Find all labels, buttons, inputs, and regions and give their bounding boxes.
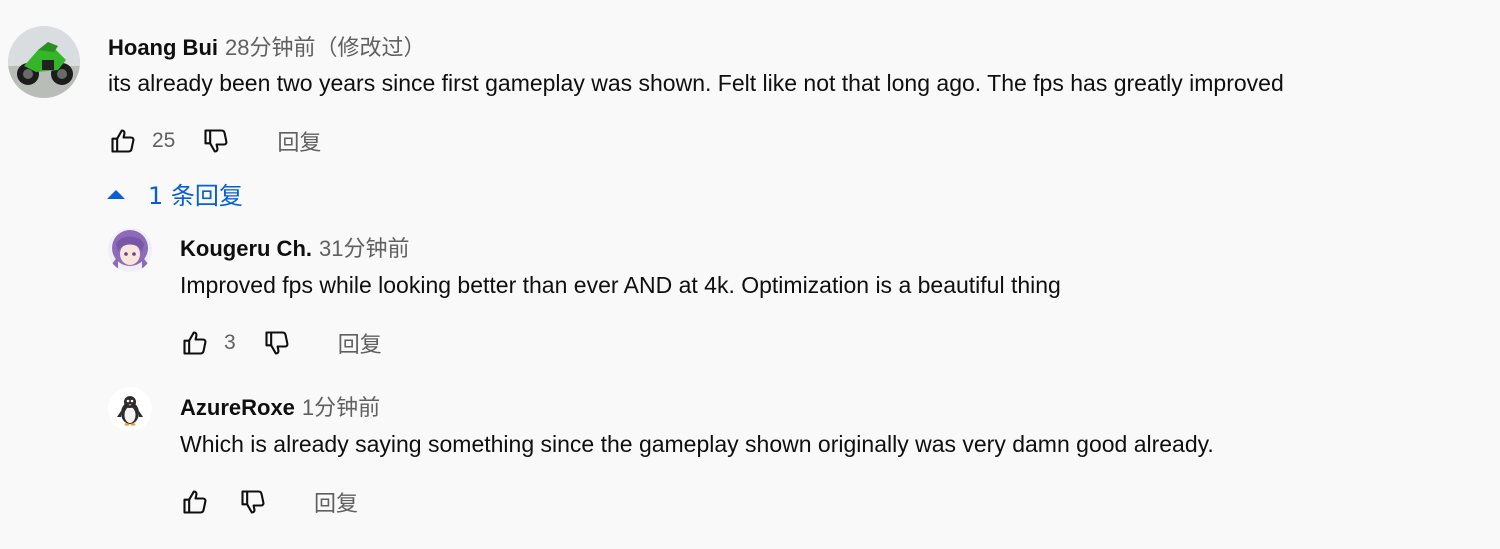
reply-button[interactable]: 回复 <box>338 327 382 359</box>
thumbs-down-icon <box>204 129 228 153</box>
dislike-button[interactable] <box>238 488 268 516</box>
like-count: 25 <box>152 129 176 152</box>
like-button[interactable] <box>108 127 138 155</box>
edited-label: （修改过） <box>315 35 426 60</box>
timestamp[interactable]: 31分钟前 <box>319 231 409 263</box>
dislike-button[interactable] <box>201 127 231 155</box>
comment-header: Hoang Bui 28分钟前 （修改过） <box>108 30 426 62</box>
comment-text: its already been two years since first g… <box>108 70 1284 96</box>
reply-text: Which is already saying something since … <box>180 431 1214 457</box>
author-name[interactable]: AzureRoxe <box>180 395 295 421</box>
motorcycle-avatar-icon <box>8 26 80 98</box>
reply-actions: 回复 <box>180 486 358 518</box>
timestamp[interactable]: 1分钟前 <box>302 390 380 422</box>
reply-button[interactable]: 回复 <box>277 125 321 157</box>
replies-toggle[interactable]: 1 条回复 <box>106 176 243 211</box>
penguin-avatar-icon <box>108 387 152 431</box>
thumbs-up-icon <box>183 490 207 514</box>
reply-button[interactable]: 回复 <box>314 486 358 518</box>
dislike-button[interactable] <box>262 329 292 357</box>
like-count: 3 <box>224 331 236 354</box>
reply-text: Improved fps while looking better than e… <box>180 272 1061 298</box>
thumbs-down-icon <box>265 331 289 355</box>
reply-actions: 3 回复 <box>180 327 382 359</box>
author-name[interactable]: Kougeru Ch. <box>180 236 312 262</box>
comments-section: Hoang Bui 28分钟前 （修改过） its already been t… <box>0 0 1500 549</box>
thumbs-down-icon <box>241 490 265 514</box>
thumbs-up-icon <box>111 129 135 153</box>
thumbs-up-icon <box>183 331 207 355</box>
like-button[interactable] <box>180 329 210 357</box>
replies-count-label: 1 条回复 <box>148 182 243 210</box>
avatar[interactable] <box>8 26 80 98</box>
timestamp[interactable]: 28分钟前 <box>225 30 315 62</box>
comment-actions: 25 回复 <box>108 125 321 157</box>
avatar[interactable] <box>108 387 152 431</box>
like-button[interactable] <box>180 488 210 516</box>
avatar[interactable] <box>108 228 152 272</box>
reply-header: AzureRoxe 1分钟前 <box>180 390 380 422</box>
reply-header: Kougeru Ch. 31分钟前 <box>180 231 409 263</box>
author-name[interactable]: Hoang Bui <box>108 35 218 61</box>
caret-up-icon <box>107 189 125 199</box>
anime-girl-avatar-icon <box>108 228 152 272</box>
